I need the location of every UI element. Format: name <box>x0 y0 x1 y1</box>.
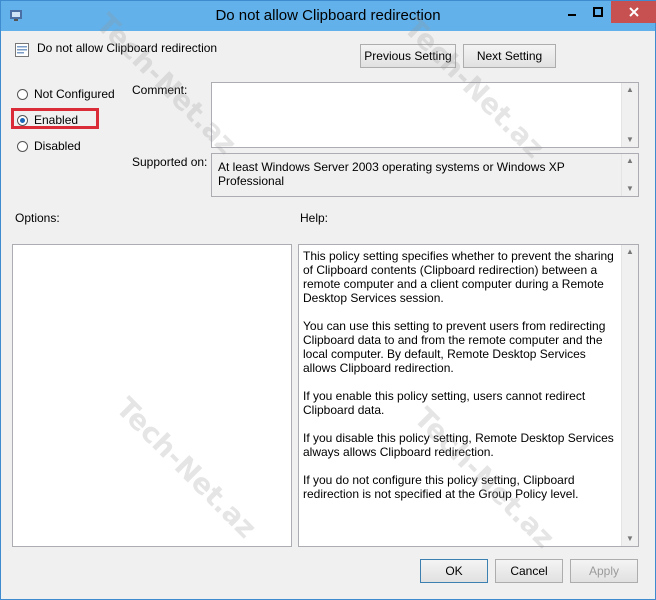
radio-button[interactable] <box>17 88 28 100</box>
radio-label: Disabled <box>34 139 81 153</box>
policy-dialog: Do not allow Clipboard redirection Do no… <box>0 0 656 600</box>
scroll-down-icon[interactable]: ▼ <box>626 133 634 147</box>
supported-on-field: At least Windows Server 2003 operating s… <box>211 153 639 197</box>
scroll-up-icon[interactable]: ▲ <box>626 245 634 259</box>
minimize-icon <box>568 14 576 16</box>
radio-label: Not Configured <box>34 87 115 101</box>
next-setting-button[interactable]: Next Setting <box>463 44 556 68</box>
close-icon <box>628 7 639 17</box>
dialog-content: Do not allow Clipboard redirection Previ… <box>7 31 649 595</box>
supported-scrollbar[interactable]: ▲ ▼ <box>621 154 638 196</box>
supported-on-value: At least Windows Server 2003 operating s… <box>218 160 565 188</box>
cancel-button[interactable]: Cancel <box>495 559 563 583</box>
help-scrollbar[interactable]: ▲ ▼ <box>621 245 638 546</box>
policy-name: Do not allow Clipboard redirection <box>37 41 218 55</box>
radio-button[interactable] <box>17 140 28 152</box>
supported-on-label: Supported on: <box>132 155 208 169</box>
radio-disabled[interactable]: Disabled <box>17 139 81 153</box>
maximize-icon <box>593 7 603 17</box>
comment-scrollbar[interactable]: ▲ ▼ <box>621 83 638 147</box>
scroll-down-icon[interactable]: ▼ <box>626 532 634 546</box>
radio-not-configured[interactable]: Not Configured <box>17 87 115 101</box>
comment-label: Comment: <box>132 83 188 97</box>
maximize-button[interactable] <box>585 1 611 23</box>
help-text: This policy setting specifies whether to… <box>303 249 618 542</box>
help-paragraph: If you enable this policy setting, users… <box>303 389 586 417</box>
apply-button[interactable]: Apply <box>570 559 638 583</box>
enabled-highlight-box <box>11 108 99 129</box>
options-label: Options: <box>15 211 60 225</box>
close-button[interactable] <box>611 1 656 23</box>
comment-textarea[interactable]: ▲ ▼ <box>211 82 639 148</box>
help-panel[interactable]: This policy setting specifies whether to… <box>298 244 639 547</box>
options-panel <box>12 244 292 547</box>
minimize-button[interactable] <box>559 1 585 23</box>
help-paragraph: If you do not configure this policy sett… <box>303 473 579 501</box>
help-paragraph: If you disable this policy setting, Remo… <box>303 431 614 459</box>
previous-setting-button[interactable]: Previous Setting <box>360 44 456 68</box>
scroll-up-icon[interactable]: ▲ <box>626 154 634 168</box>
scroll-down-icon[interactable]: ▼ <box>626 182 634 196</box>
title-bar[interactable]: Do not allow Clipboard redirection <box>1 1 656 31</box>
window-title: Do not allow Clipboard redirection <box>215 7 441 24</box>
scroll-up-icon[interactable]: ▲ <box>626 83 634 97</box>
help-label: Help: <box>300 211 329 225</box>
help-paragraph: This policy setting specifies whether to… <box>303 249 614 305</box>
ok-button[interactable]: OK <box>420 559 488 583</box>
help-paragraph: You can use this setting to prevent user… <box>303 319 606 375</box>
policy-setting-icon <box>15 43 29 57</box>
